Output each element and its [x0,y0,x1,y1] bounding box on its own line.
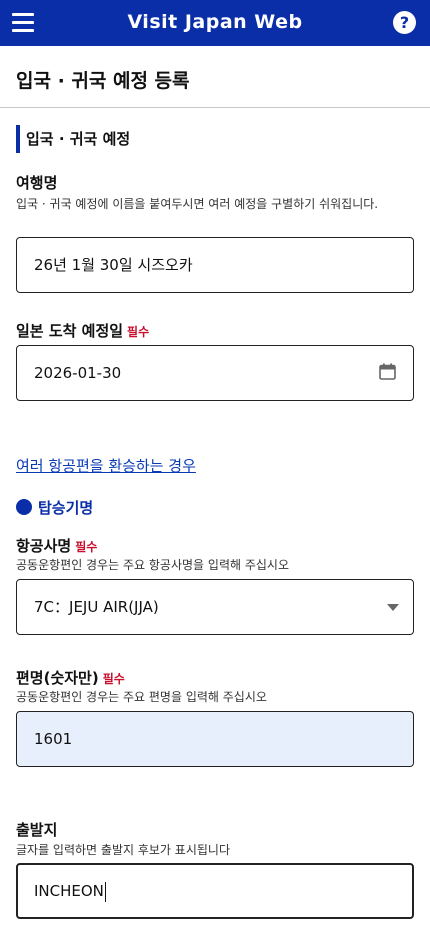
help-icon[interactable]: ? [393,11,416,34]
bullet-dot-icon [16,499,32,515]
departure-label: 출발지 [16,819,57,840]
flight-number-value: 1601 [34,730,73,748]
flight-number-label-text: 편명(숫자만) [16,669,99,687]
app-title: Visit Japan Web [127,11,303,33]
required-badge: 필수 [127,325,150,339]
airline-select[interactable]: 7C：JEJU AIR(JJA) [16,579,414,635]
text-cursor [104,881,106,902]
airline-label: 항공사명 필수 [16,535,97,556]
departure-value: INCHEON [34,882,104,900]
dropdown-caret-icon[interactable] [387,604,399,611]
app-header: Visit Japan Web ? [0,0,430,46]
departure-label-text: 출발지 [16,821,58,839]
trip-name-label-text: 여행명 [16,174,58,192]
arrival-date-value: 2026-01-30 [34,364,122,382]
airline-value: 7C：JEJU AIR(JJA) [34,598,159,616]
flight-section-title: 탑승기명 [16,497,93,518]
airline-label-text: 항공사명 [16,537,72,555]
required-badge: 필수 [75,540,98,554]
airline-help: 공동운항편인 경우는 주요 항공사명을 입력해 주십시오 [16,558,289,572]
flight-number-help: 공동운항편인 경우는 주요 편명을 입력해 주십시오 [16,690,267,704]
arrival-date-label: 일본 도착 예정일 필수 [16,320,149,341]
section-title: 입국 · 귀국 예정 [16,125,130,153]
departure-help: 글자를 입력하면 출발지 후보가 표시됩니다 [16,843,230,857]
title-divider [0,107,430,108]
arrival-date-input[interactable]: 2026-01-30 [16,345,414,401]
flight-number-input[interactable]: 1601 [16,711,414,767]
calendar-icon[interactable] [379,363,396,380]
trip-name-help: 입국 · 귀국 예정에 이름을 붙여두시면 여러 예정을 구별하기 쉬워집니다. [16,197,379,211]
required-badge: 필수 [102,672,125,686]
trip-name-value: 26년 1월 30일 시즈오카 [34,256,193,274]
multi-flight-link[interactable]: 여러 항공편을 환승하는 경우 [16,455,196,476]
flight-section-title-text: 탑승기명 [38,499,94,517]
arrival-date-label-text: 일본 도착 예정일 [16,322,124,340]
trip-name-input[interactable]: 26년 1월 30일 시즈오카 [16,237,414,293]
page-title: 입국 · 귀국 예정 등록 [16,70,190,92]
departure-input[interactable]: INCHEON [16,863,414,919]
trip-name-label: 여행명 [16,172,57,193]
flight-number-label: 편명(숫자만) 필수 [16,667,125,688]
